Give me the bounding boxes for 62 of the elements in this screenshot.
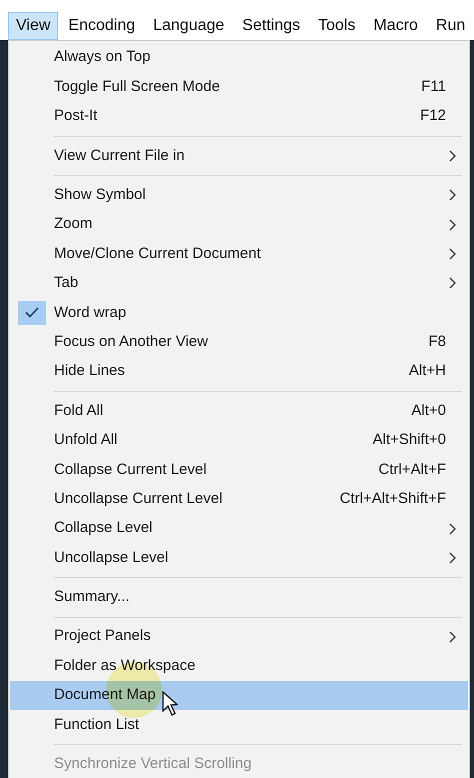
menu-item-label: Collapse Current Level	[54, 460, 207, 480]
shortcut-label: Alt+H	[408, 361, 446, 382]
shortcut-label: Ctrl+Alt+F	[378, 460, 446, 480]
menu-item[interactable]: Collapse Current Level Ctrl+Alt+F	[10, 455, 468, 484]
menu-bar-item[interactable]: Language	[145, 12, 232, 40]
menu-item-label: Post-It	[54, 106, 98, 126]
menu-item[interactable]: Uncollapse Level	[10, 543, 468, 573]
menu-item-label: Collapse Level	[54, 518, 152, 538]
menu-item-label: Document Map	[54, 685, 156, 706]
menu-bar-item[interactable]: Macro	[365, 12, 426, 40]
menu-item[interactable]: View Current File in	[10, 141, 468, 171]
menu-item[interactable]: Uncollapse Current Level Ctrl+Alt+Shift+F	[10, 484, 468, 514]
menu-item-label: Folder as Workspace	[54, 656, 196, 676]
menu-item[interactable]: Post-It F12	[10, 102, 468, 132]
menu-item-label: Toggle Full Screen Mode	[54, 76, 220, 97]
menu-item[interactable]: Tab	[10, 268, 468, 298]
menu-item-label: Unfold All	[54, 430, 118, 450]
menu-item-label: Move/Clone Current Document	[54, 244, 261, 264]
menu-item-label: Word wrap	[54, 302, 126, 323]
menu-bar-item[interactable]: Tools	[310, 12, 364, 40]
menu-bar-item[interactable]: Run	[428, 12, 474, 40]
menu-item[interactable]: Focus on Another View F8	[10, 328, 468, 357]
menu-item-label: Summary...	[54, 587, 130, 608]
shortcut-label: F8	[428, 332, 446, 352]
menu-item[interactable]: Folder as Workspace	[10, 651, 468, 681]
menu-item-label: Show Symbol	[54, 185, 146, 205]
menu-item-label: Function List	[54, 714, 140, 735]
shortcut-label: Alt+0	[411, 400, 446, 421]
menu-item[interactable]: Fold All Alt+0	[10, 396, 468, 426]
menu-item[interactable]: Zoom	[10, 210, 468, 240]
shortcut-label: F11	[421, 76, 446, 97]
menu-item[interactable]: Word wrap	[10, 298, 468, 328]
menu-item-label: Project Panels	[54, 626, 151, 646]
menu-item-label: Synchronize Vertical Scrolling	[54, 754, 252, 774]
shortcut-label: F12	[420, 106, 446, 126]
menu-item-label: Focus on Another View	[54, 332, 208, 352]
menu-item-label: Uncollapse Level	[54, 548, 168, 568]
menu-item-label: Fold All	[54, 400, 104, 421]
menu-item[interactable]: Always on Top	[10, 43, 468, 72]
menu-bar-item[interactable]: View	[8, 12, 58, 40]
shortcut-label: Ctrl+Alt+Shift+F	[340, 488, 446, 509]
mouse-cursor-icon	[162, 691, 178, 717]
menu-item-label: Hide Lines	[54, 361, 125, 382]
menu-bar-item[interactable]: Encoding	[60, 12, 144, 40]
check-mark-icon	[18, 300, 46, 325]
menu-item-label: Zoom	[54, 214, 92, 234]
menu-item[interactable]: Project Panels	[10, 622, 468, 652]
menu-item[interactable]: Collapse Level	[10, 514, 468, 544]
menu-item[interactable]: Hide Lines Alt+H	[10, 356, 468, 386]
menu-item[interactable]: Show Symbol	[10, 180, 468, 210]
menu-item[interactable]: Summary...	[10, 582, 468, 612]
menu-item-label: Tab	[54, 273, 78, 294]
menu-item[interactable]: Document Map	[10, 680, 468, 710]
menu-item[interactable]: Move/Clone Current Document	[10, 239, 468, 269]
menu-bar-item[interactable]: Settings	[234, 12, 308, 40]
menu-item[interactable]: Unfold All Alt+Shift+0	[10, 426, 468, 456]
shortcut-label: Alt+Shift+0	[372, 430, 446, 450]
menu-item-label: Uncollapse Current Level	[54, 488, 222, 509]
menu-item-label: Always on Top	[54, 47, 150, 68]
menu-item[interactable]: Function List	[10, 710, 468, 740]
menu-item-label: View Current File in	[54, 146, 185, 166]
menu-item[interactable]: Toggle Full Screen Mode F11	[10, 72, 468, 102]
